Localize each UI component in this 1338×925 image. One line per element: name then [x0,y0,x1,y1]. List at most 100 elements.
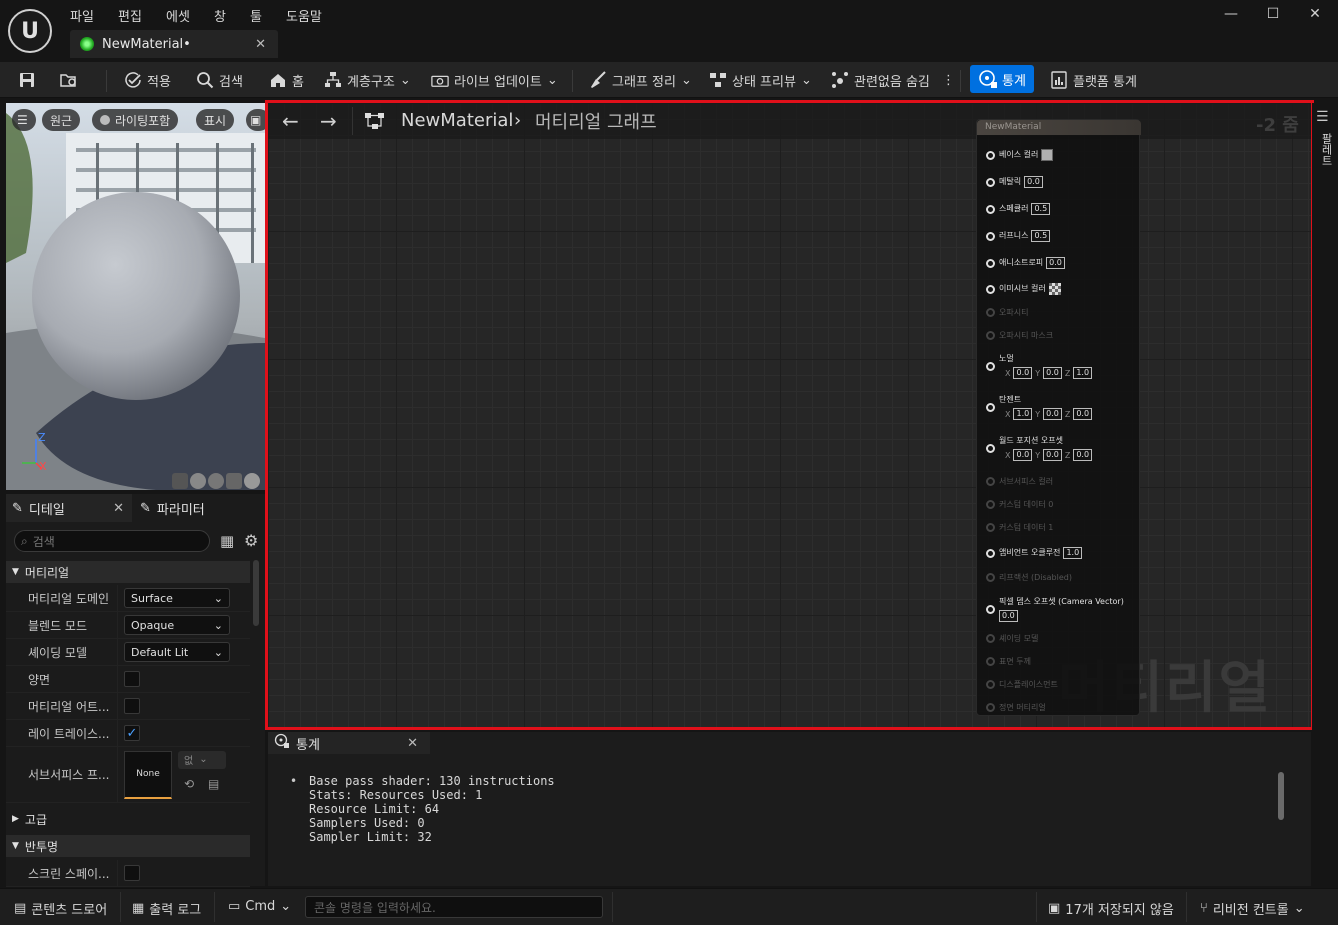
pin-value-input[interactable]: 0.0 [1073,449,1093,461]
pin-connector-icon[interactable] [986,500,995,509]
node-pin[interactable]: 애니소트로피 0.0 [986,257,1065,269]
apply-button[interactable]: 적용 [124,69,171,91]
material-domain-select[interactable]: Surface ⌄ [124,588,230,608]
pin-connector-icon[interactable] [986,258,995,268]
perspective-button[interactable]: 원근 [42,109,81,131]
document-tab[interactable]: NewMaterial• ✕ [70,30,278,58]
tab-stats[interactable]: 통계 ✕ [268,732,430,754]
node-pin[interactable]: 픽셀 뎁스 오프셋 (Camera Vector) 0.0 [986,596,1124,622]
pin-connector-icon[interactable] [986,177,995,187]
pin-connector-icon[interactable] [986,331,995,340]
material-graph-canvas[interactable]: ← → NewMaterial › 머티리얼 그래프 -2 줌 머티리얼 New… [268,103,1311,727]
menu-asset[interactable]: 에셋 [166,6,190,25]
pin-connector-icon[interactable] [986,443,995,453]
close-tab-icon[interactable]: ✕ [255,37,266,52]
pin-connector-icon[interactable] [986,573,995,582]
platform-stats-button[interactable]: 플랫폼 통계 [1050,69,1137,91]
table-view-icon[interactable]: ▦ [220,532,234,550]
close-tab-icon[interactable]: ✕ [407,736,418,751]
unreal-logo-icon[interactable]: U [8,9,52,53]
live-update-dropdown[interactable]: 라이브 업데이트 ⌄ [431,69,558,91]
node-pin[interactable]: 커스텀 데이터 1 [986,522,1053,533]
viewport-options-icon[interactable]: ▣ [246,109,265,131]
pin-value-input[interactable]: 0.5 [1031,203,1051,215]
subsurface-asset-select[interactable]: 없 ⌄ [178,750,226,769]
blend-mode-select[interactable]: Opaque ⌄ [124,615,230,635]
section-advanced[interactable]: ▶ 고급 [6,808,250,830]
revision-control-dropdown[interactable]: ⑂ 리비전 컨트롤 ⌄ [1200,899,1305,918]
menu-edit[interactable]: 편집 [118,6,142,25]
ray-tracing-checkbox[interactable]: ✓ [124,725,140,741]
gear-icon[interactable]: ⚙ [244,531,258,550]
menu-window[interactable]: 창 [214,6,226,25]
browse-asset-icon[interactable]: ▤ [208,777,219,791]
pin-connector-icon[interactable] [986,604,995,614]
cmd-dropdown[interactable]: ▭ Cmd ⌄ [228,899,291,914]
pin-value-input[interactable]: 0.0 [1013,449,1033,461]
details-scrollbar[interactable] [253,560,259,626]
pin-value-input[interactable]: 0.0 [999,610,1018,622]
node-pin[interactable]: 셰이딩 모델 [986,633,1038,644]
pin-connector-icon[interactable] [986,361,995,371]
plane-shape-icon[interactable] [208,473,224,489]
graph-cleanup-dropdown[interactable]: 그래프 정리 ⌄ [589,69,692,91]
state-preview-dropdown[interactable]: 상태 프리뷰 ⌄ [709,69,812,91]
node-pin[interactable]: 스페큘러 0.5 [986,203,1051,215]
pin-value-input[interactable]: 0.0 [1073,408,1093,420]
pin-connector-icon[interactable] [986,204,995,214]
pin-value-input[interactable]: 1.0 [1063,547,1083,559]
node-pin[interactable]: 베이스 컬러 [986,149,1054,161]
color-swatch[interactable] [1041,149,1054,161]
node-pin[interactable]: 메탈릭 0.0 [986,176,1043,188]
close-window-button[interactable]: ✕ [1300,6,1330,26]
node-pin[interactable]: 오파시티 [986,307,1028,318]
node-pin[interactable]: 앰비언트 오클루전 1.0 [986,547,1083,559]
hide-unrelated-button[interactable]: 관련없음 숨김 [831,69,930,91]
node-pin[interactable]: 표면 두께 [986,656,1031,667]
node-pin[interactable]: 디스플레이스먼트 [986,679,1058,690]
maximize-button[interactable]: ☐ [1258,6,1288,26]
node-pin[interactable]: 정면 머티리얼 [986,702,1046,713]
stats-scrollbar[interactable] [1278,772,1284,820]
pin-connector-icon[interactable] [986,150,995,160]
pin-value-input[interactable]: 1.0 [1013,408,1033,420]
color-swatch[interactable] [1048,283,1061,295]
hierarchy-dropdown[interactable]: 계층구조 ⌄ [324,69,411,91]
reset-arrow-icon[interactable]: ⟲ [184,777,194,791]
pin-connector-icon[interactable] [986,680,995,689]
pin-value-input[interactable]: 0.0 [1043,367,1062,379]
cube-shape-icon[interactable] [226,473,242,489]
section-material[interactable]: ▼ 머티리얼 [6,561,250,583]
pin-value-input[interactable]: 0.5 [1031,230,1051,242]
node-pin[interactable]: 노멀 X 0.0 Y 0.0 Z 1.0 [986,353,1093,379]
palette-menu-icon[interactable]: ☰ [1316,109,1329,125]
menu-help[interactable]: 도움말 [286,6,322,25]
cylinder-shape-icon[interactable] [172,473,188,489]
pin-connector-icon[interactable] [986,548,995,558]
pin-connector-icon[interactable] [986,477,995,486]
section-translucency[interactable]: ▼ 반투명 [6,835,250,857]
close-tab-icon[interactable]: ✕ [113,501,124,516]
back-arrow-icon[interactable]: ← [282,109,299,133]
menu-tools[interactable]: 툴 [250,6,262,25]
material-result-node[interactable]: NewMaterial 베이스 컬러 메탈릭 0.0 스페큘러 0.5 러프니스 0.5 애니… [976,119,1141,716]
pin-connector-icon[interactable] [986,402,995,412]
pin-connector-icon[interactable] [986,284,995,294]
tab-details[interactable]: ✎ 디테일 ✕ [6,494,132,522]
output-log-button[interactable]: ▦ 출력 로그 [132,899,201,918]
node-pin[interactable]: 월드 포지션 오프셋 X 0.0 Y 0.0 Z 0.0 [986,435,1093,461]
shading-model-select[interactable]: Default Lit ⌄ [124,642,230,662]
pin-connector-icon[interactable] [986,657,995,666]
node-pin[interactable]: 이미시브 컬러 [986,283,1061,295]
menu-file[interactable]: 파일 [70,6,94,25]
home-button[interactable]: 홈 [269,69,304,91]
minimize-button[interactable]: — [1216,6,1246,26]
content-drawer-button[interactable]: ▤ 콘텐츠 드로어 [14,899,107,918]
pin-value-input[interactable]: 0.0 [1046,257,1065,269]
unsaved-assets-button[interactable]: ▣ 17개 저장되지 않음 [1048,899,1174,918]
more-options-icon[interactable]: ⋮ [942,69,955,91]
stats-button[interactable]: 통계 [970,65,1034,93]
two-sided-checkbox[interactable] [124,671,140,687]
pin-value-input[interactable]: 0.0 [1043,408,1062,420]
pin-connector-icon[interactable] [986,634,995,643]
